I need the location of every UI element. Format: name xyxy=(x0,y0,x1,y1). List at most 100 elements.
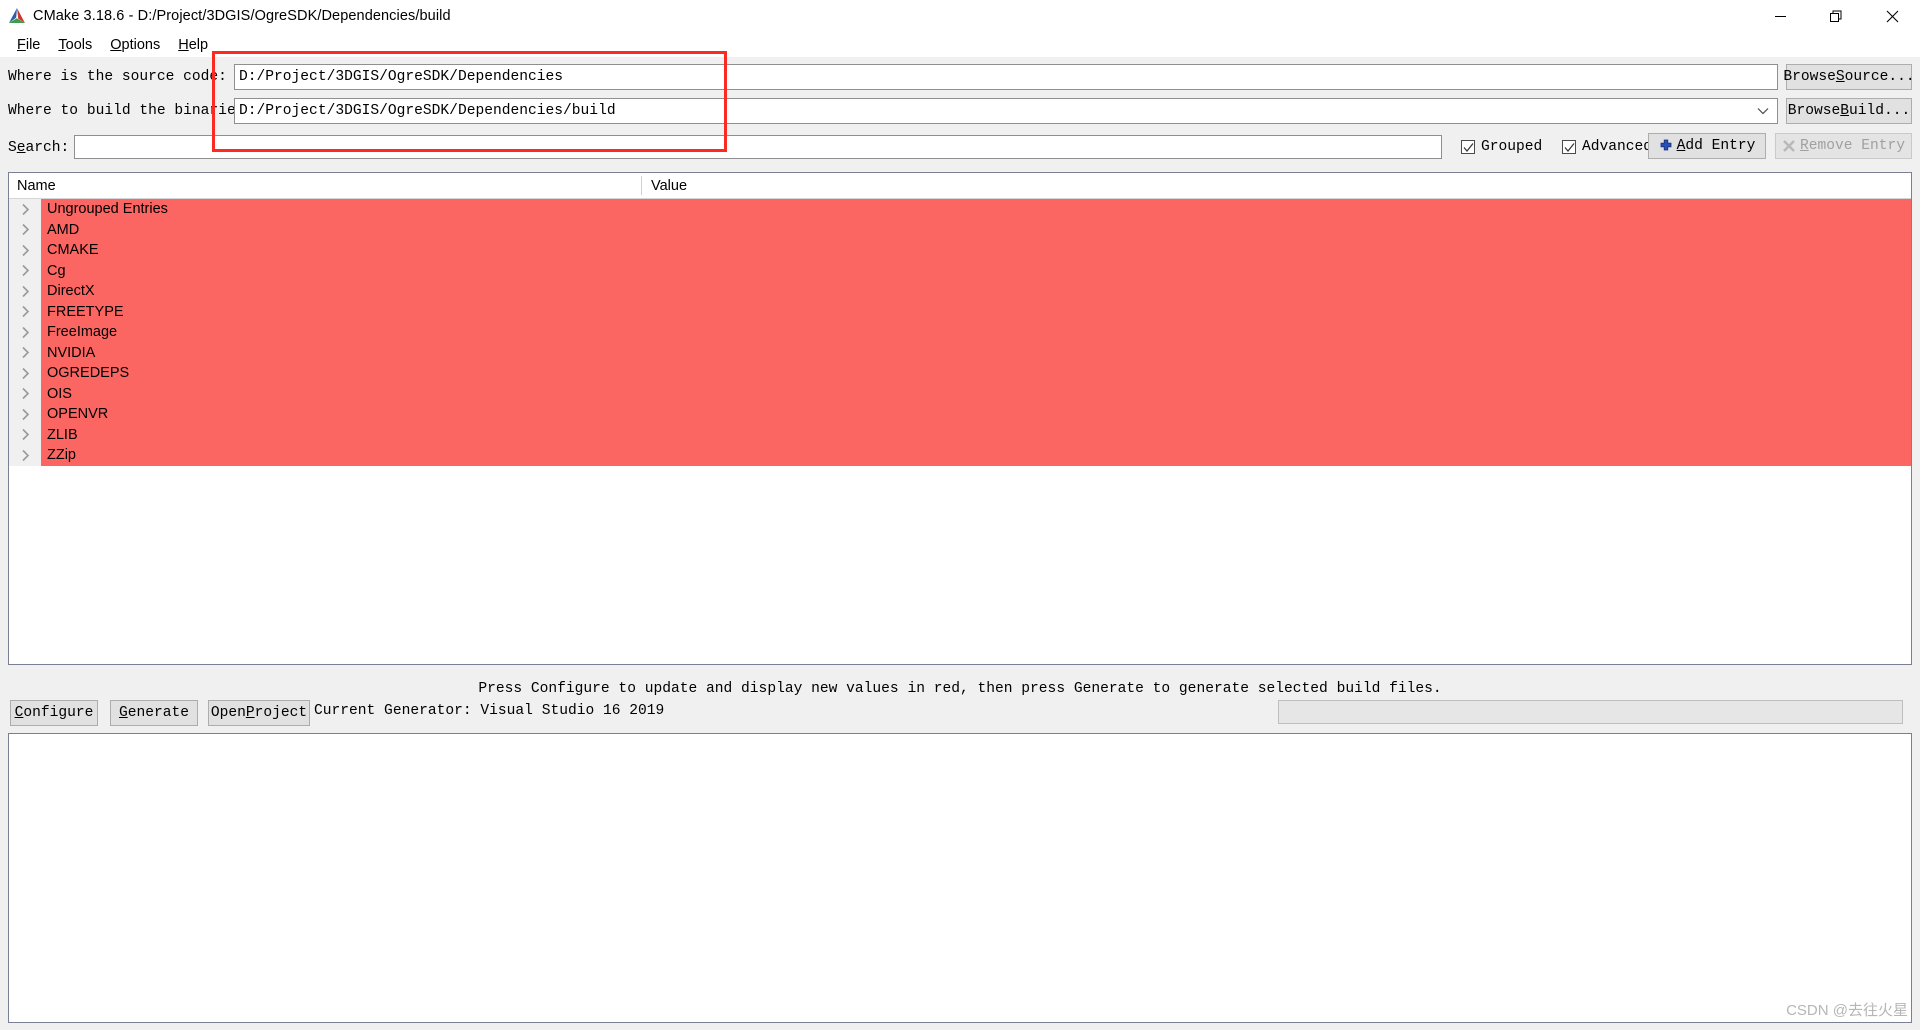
column-header-name[interactable]: Name xyxy=(9,178,641,194)
advanced-checkbox-box xyxy=(1562,140,1576,154)
table-row[interactable]: NVIDIA xyxy=(9,342,1911,363)
tree-expander[interactable] xyxy=(9,199,41,220)
browse-source-button[interactable]: Browse Source... xyxy=(1783,64,1915,90)
cache-tree-view[interactable]: Name Value Ungrouped Entries AMD CMAKE Cg Di… xyxy=(8,172,1912,665)
open-project-label-pre: Open xyxy=(210,705,246,721)
chevron-down-icon xyxy=(1757,108,1769,115)
advanced-checkbox[interactable]: Advanced xyxy=(1562,135,1652,159)
source-path-label: Where is the source code: xyxy=(8,69,227,85)
restore-icon xyxy=(1829,10,1841,22)
table-row[interactable]: FREETYPE xyxy=(9,301,1911,322)
build-path-combo[interactable]: D:/Project/3DGIS/OgreSDK/Dependencies/bu… xyxy=(234,98,1778,124)
generate-label: enerate xyxy=(127,705,190,721)
tree-expander[interactable] xyxy=(9,383,41,404)
table-row[interactable]: ZZip xyxy=(9,445,1911,466)
tree-row-content[interactable]: AMD xyxy=(41,219,1911,240)
chevron-right-icon xyxy=(21,306,29,318)
build-path-row: Where to build the binaries: xyxy=(8,98,253,124)
build-path-label: Where to build the binaries: xyxy=(8,103,254,119)
tree-row-content[interactable]: DirectX xyxy=(41,281,1911,302)
tree-row-name: FREETYPE xyxy=(47,303,124,320)
tree-row-name: ZLIB xyxy=(47,426,78,443)
menu-tools[interactable]: Tools xyxy=(49,35,101,55)
generate-accel: G xyxy=(118,705,128,721)
browse-build-button[interactable]: Browse Build... xyxy=(1786,98,1912,124)
tree-row-name: DirectX xyxy=(47,283,95,300)
table-row[interactable]: Cg xyxy=(9,260,1911,281)
tree-row-content[interactable]: FreeImage xyxy=(41,322,1911,343)
window-controls xyxy=(1752,0,1920,32)
close-button[interactable] xyxy=(1864,0,1920,32)
menu-file[interactable]: File xyxy=(8,35,49,55)
output-panel[interactable] xyxy=(8,733,1912,1023)
open-project-button[interactable]: Open Project xyxy=(208,700,310,726)
menu-help[interactable]: Help xyxy=(169,35,217,55)
tree-expander[interactable] xyxy=(9,301,41,322)
tree-expander[interactable] xyxy=(9,363,41,384)
table-row[interactable]: OGREDEPS xyxy=(9,363,1911,384)
tree-row-content[interactable]: CMAKE xyxy=(41,240,1911,261)
tree-header: Name Value xyxy=(9,173,1911,199)
menu-file-label: ile xyxy=(25,36,41,53)
add-entry-button[interactable]: Add Entry xyxy=(1648,133,1766,159)
search-row: Search: xyxy=(8,136,69,160)
tree-row-name: ZZip xyxy=(47,447,76,464)
grouped-checkbox[interactable]: Grouped xyxy=(1461,135,1542,159)
minimize-icon xyxy=(1774,15,1786,17)
tree-expander[interactable] xyxy=(9,322,41,343)
close-icon xyxy=(1886,10,1898,22)
tree-expander[interactable] xyxy=(9,445,41,466)
chevron-right-icon xyxy=(21,429,29,441)
tree-expander[interactable] xyxy=(9,219,41,240)
tree-row-content[interactable]: ZZip xyxy=(41,445,1911,466)
source-path-input[interactable]: D:/Project/3DGIS/OgreSDK/Dependencies xyxy=(234,64,1778,90)
current-generator-label: Current Generator: Visual Studio 16 2019 xyxy=(314,703,665,719)
tree-row-list: Ungrouped Entries AMD CMAKE Cg DirectX FREETY… xyxy=(9,199,1911,466)
tree-expander[interactable] xyxy=(9,424,41,445)
tree-expander[interactable] xyxy=(9,281,41,302)
table-row[interactable]: CMAKE xyxy=(9,240,1911,261)
generate-button[interactable]: Generate xyxy=(110,700,198,726)
column-header-value[interactable]: Value xyxy=(641,178,687,194)
chevron-right-icon xyxy=(21,347,29,359)
status-message: Press Configure to update and display ne… xyxy=(478,681,1442,697)
tree-row-content[interactable]: Ungrouped Entries xyxy=(41,199,1911,220)
chevron-right-icon xyxy=(21,326,29,338)
tree-row-content[interactable]: Cg xyxy=(41,260,1911,281)
tree-row-content[interactable]: OIS xyxy=(41,383,1911,404)
menu-file-accel: F xyxy=(17,36,26,53)
tree-row-content[interactable]: OGREDEPS xyxy=(41,363,1911,384)
tree-expander[interactable] xyxy=(9,342,41,363)
configure-button[interactable]: Configure xyxy=(10,700,98,726)
tree-row-content[interactable]: FREETYPE xyxy=(41,301,1911,322)
tree-expander[interactable] xyxy=(9,404,41,425)
tree-row-name: Ungrouped Entries xyxy=(47,201,168,218)
table-row[interactable]: ZLIB xyxy=(9,424,1911,445)
progress-bar xyxy=(1278,700,1903,724)
chevron-right-icon xyxy=(21,388,29,400)
tree-row-name: OPENVR xyxy=(47,406,109,423)
tree-row-content[interactable]: OPENVR xyxy=(41,404,1911,425)
table-row[interactable]: OPENVR xyxy=(9,404,1911,425)
checkmark-icon xyxy=(1463,143,1474,152)
table-row[interactable]: AMD xyxy=(9,219,1911,240)
configure-accel: C xyxy=(14,705,24,721)
menu-options[interactable]: Options xyxy=(101,35,169,55)
title-bar: CMake 3.18.6 - D:/Project/3DGIS/OgreSDK/… xyxy=(0,0,1920,32)
restore-button[interactable] xyxy=(1808,0,1864,32)
tree-row-name: FreeImage xyxy=(47,324,118,341)
tree-expander[interactable] xyxy=(9,240,41,261)
table-row[interactable]: DirectX xyxy=(9,281,1911,302)
table-row[interactable]: Ungrouped Entries xyxy=(9,199,1911,220)
search-input[interactable] xyxy=(74,135,1442,159)
minimize-button[interactable] xyxy=(1752,0,1808,32)
tree-row-content[interactable]: NVIDIA xyxy=(41,342,1911,363)
table-row[interactable]: FreeImage xyxy=(9,322,1911,343)
build-path-value: D:/Project/3DGIS/OgreSDK/Dependencies/bu… xyxy=(239,103,616,119)
tree-row-name: OIS xyxy=(47,385,72,402)
tree-expander[interactable] xyxy=(9,260,41,281)
remove-entry-button: Remove Entry xyxy=(1775,133,1912,159)
table-row[interactable]: OIS xyxy=(9,383,1911,404)
tree-row-content[interactable]: ZLIB xyxy=(41,424,1911,445)
column-divider[interactable] xyxy=(641,176,642,195)
